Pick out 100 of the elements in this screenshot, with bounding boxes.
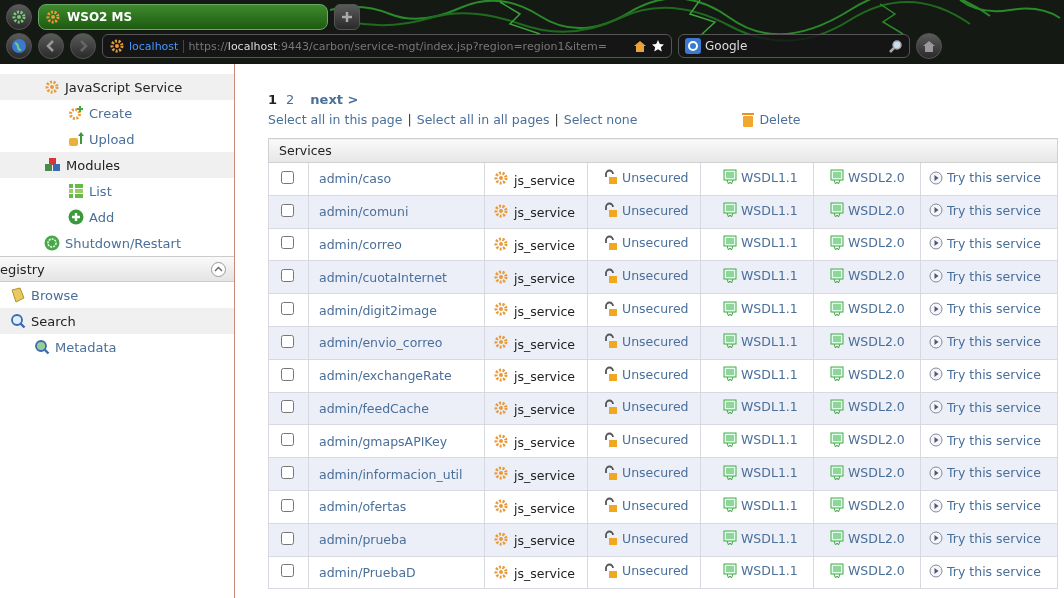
padlock-icon	[604, 202, 618, 219]
trash-icon	[742, 111, 755, 127]
row-checkbox[interactable]	[281, 531, 294, 545]
padlock-icon	[604, 300, 618, 317]
search-field[interactable]: Google	[678, 34, 910, 58]
gear-icon	[493, 563, 509, 580]
gear-icon	[493, 170, 509, 187]
padlock-icon	[604, 431, 618, 448]
gear-icon	[109, 38, 125, 54]
row-checkbox[interactable]	[281, 564, 294, 578]
service-type: js_service	[514, 565, 575, 582]
padlock-icon	[604, 267, 618, 284]
section-title: egistry	[0, 261, 45, 277]
play-icon	[929, 236, 943, 251]
power-icon	[44, 235, 60, 251]
row-checkbox[interactable]	[281, 334, 294, 348]
row-checkbox[interactable]	[281, 236, 294, 250]
padlock-icon	[604, 562, 618, 579]
gear-icon	[493, 498, 509, 515]
play-icon	[929, 465, 943, 480]
sidebar-item[interactable]: JavaScript Service	[0, 74, 234, 100]
row-checkbox[interactable]	[281, 433, 294, 447]
sidebar-item[interactable]: List	[0, 178, 234, 204]
select-link[interactable]: Select all in this page	[268, 111, 403, 127]
new-tab-button[interactable]	[334, 4, 360, 30]
play-icon	[929, 334, 943, 349]
gear-icon	[493, 399, 509, 416]
sidebar-item[interactable]: Browse	[0, 282, 234, 308]
sidebar-item[interactable]: Metadata	[0, 334, 234, 360]
address-bar[interactable]: localhost https://localhost:9443/carbon/service-mgt/index.jsp?region=region1&item=	[102, 34, 672, 58]
certificate-icon	[830, 235, 844, 251]
row-checkbox[interactable]	[281, 203, 294, 217]
certificate-icon	[723, 235, 737, 251]
sidebar-item[interactable]: Modules	[0, 152, 234, 178]
gear-icon	[493, 432, 509, 449]
next-link[interactable]: next >	[310, 91, 359, 107]
play-icon	[929, 170, 943, 185]
service-type: js_service	[514, 204, 575, 221]
gear-icon	[45, 9, 61, 25]
row-checkbox[interactable]	[281, 269, 294, 283]
service-type: js_service	[514, 368, 575, 385]
page-link[interactable]: 2	[286, 91, 295, 107]
row-checkbox[interactable]	[281, 498, 294, 512]
gear-icon	[493, 301, 509, 318]
sidebar-item[interactable]: Search	[0, 308, 234, 334]
certificate-icon	[723, 169, 737, 186]
certificate-icon	[830, 562, 844, 579]
sidebar-item[interactable]: Shutdown/Restart	[0, 230, 234, 256]
certificate-icon	[830, 398, 844, 415]
sidebar-item[interactable]: Add	[0, 204, 234, 230]
row-checkbox[interactable]	[281, 367, 294, 381]
row-checkbox[interactable]	[281, 400, 294, 414]
sidebar-item[interactable]: Create	[0, 100, 234, 126]
certificate-icon	[723, 497, 737, 514]
service-type: js_service	[514, 499, 575, 516]
play-icon	[929, 269, 943, 284]
certificate-icon	[723, 300, 737, 317]
certificate-icon	[723, 398, 737, 415]
sidebar-item[interactable]: Upload	[0, 126, 234, 152]
service-type: js_service	[514, 237, 575, 254]
certificate-icon	[723, 366, 737, 383]
service-type: js_service	[514, 302, 575, 319]
service-type: js_service	[514, 171, 575, 188]
service-type: js_service	[514, 335, 575, 352]
certificate-icon	[830, 333, 844, 350]
row-checkbox[interactable]	[281, 170, 294, 184]
certificate-icon	[830, 497, 844, 514]
padlock-icon	[604, 398, 618, 415]
service-type: js_service	[514, 532, 575, 549]
select-link[interactable]: Select all in all pages	[416, 111, 550, 127]
page-link[interactable]: 1	[268, 91, 278, 107]
certificate-icon	[723, 464, 737, 481]
delete-button[interactable]: Delete	[742, 111, 801, 127]
cubes-icon	[44, 157, 61, 173]
plus-icon	[341, 11, 353, 23]
play-icon	[929, 301, 943, 316]
search-icon	[889, 39, 903, 53]
padlock-icon	[604, 169, 618, 186]
collapse-button[interactable]	[211, 261, 226, 277]
play-icon	[929, 433, 943, 447]
play-icon	[929, 400, 943, 415]
section-header[interactable]: egistry	[0, 256, 234, 282]
separator: |	[554, 111, 559, 127]
play-icon	[929, 531, 943, 546]
certificate-icon	[723, 267, 737, 284]
browser-tab[interactable]: WSO2 MS	[38, 4, 328, 30]
service-link[interactable]: admin/caso	[319, 171, 392, 187]
row-checkbox[interactable]	[281, 302, 294, 316]
service-type: js_service	[514, 466, 575, 483]
certificate-icon	[723, 431, 737, 448]
certificate-icon	[830, 267, 844, 284]
padlock-icon	[604, 464, 618, 481]
certificate-icon	[723, 202, 737, 219]
certificate-icon	[830, 300, 844, 317]
certificate-icon	[830, 169, 844, 186]
play-icon	[929, 498, 943, 513]
select-link[interactable]: Select none	[563, 111, 638, 127]
certificate-icon	[830, 366, 844, 383]
add-icon	[68, 209, 84, 225]
row-checkbox[interactable]	[281, 466, 294, 480]
